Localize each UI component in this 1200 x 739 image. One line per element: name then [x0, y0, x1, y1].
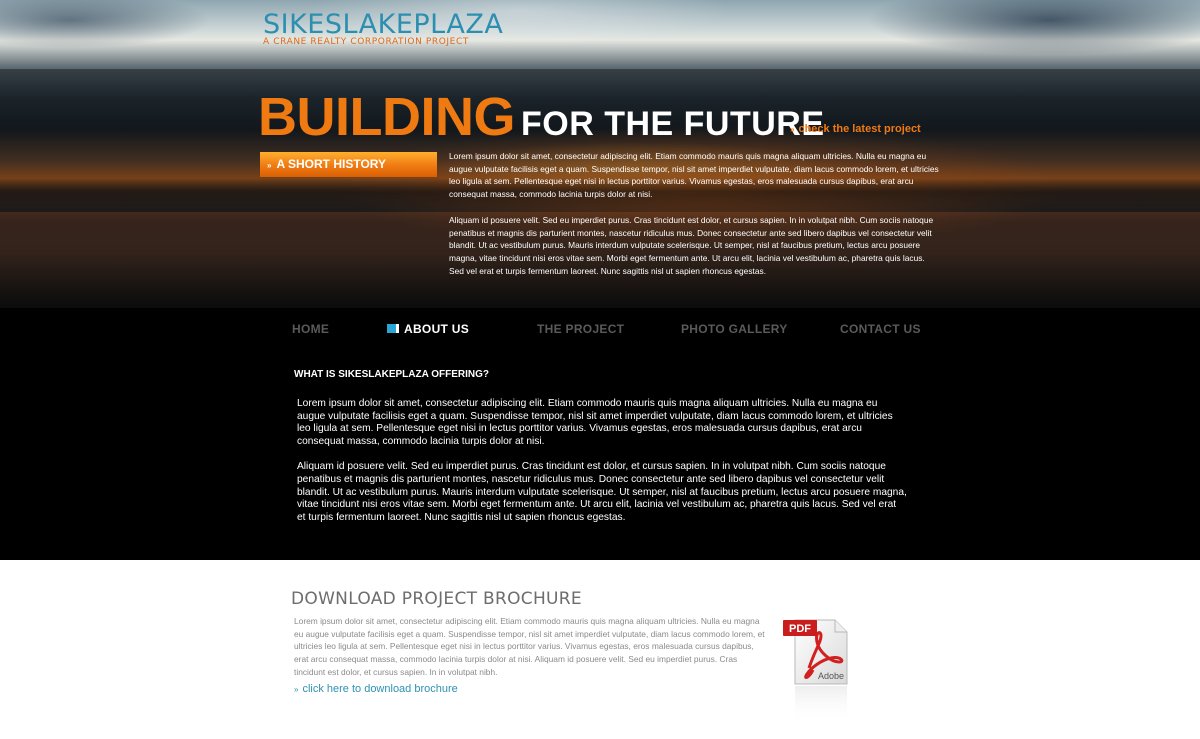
about-heading: WHAT IS SIKESLAKEPLAZA OFFERING?: [294, 369, 489, 380]
site-logo[interactable]: SIKESLAKEPLAZA A CRANE REALTY CORPORATIO…: [263, 9, 503, 47]
active-marker-icon: [387, 324, 399, 333]
hero-paragraph: Lorem ipsum dolor sit amet, consectetur …: [449, 151, 939, 200]
logo-tagline: A CRANE REALTY CORPORATION PROJECT: [263, 37, 469, 47]
download-heading: DOWNLOAD PROJECT BROCHURE: [291, 589, 582, 609]
hero-intro-text: Lorem ipsum dolor sit amet, consectetur …: [449, 150, 939, 290]
download-description: Lorem ipsum dolor sit amet, consectetur …: [294, 616, 765, 677]
short-history-button[interactable]: » A SHORT HISTORY: [260, 152, 437, 177]
download-link-label: click here to download brochure: [302, 683, 458, 695]
main-nav: HOME ABOUT US THE PROJECT PHOTO GALLERY …: [0, 322, 1200, 340]
pdf-badge-label: PDF: [789, 623, 811, 635]
nav-item-about-us-label: ABOUT US: [404, 322, 470, 336]
double-chevron-right-icon: »: [267, 161, 272, 170]
nav-item-about-us[interactable]: ABOUT US: [387, 322, 469, 336]
sky-clouds: [0, 0, 1200, 70]
headline-building: BUILDING: [258, 87, 515, 147]
about-paragraph: Lorem ipsum dolor sit amet, consectetur …: [297, 398, 893, 447]
headline-future: FOR THE FUTURE: [520, 105, 825, 143]
hero-headline: BUILDING FOR THE FUTURE: [258, 86, 825, 148]
pdf-brand-label: Adobe: [818, 671, 844, 681]
nav-item-contact-us[interactable]: CONTACT US: [840, 322, 921, 336]
check-latest-project-link[interactable]: » check the latest project: [790, 123, 921, 135]
double-chevron-right-icon: »: [790, 125, 795, 134]
about-body: Lorem ipsum dolor sit amet, consectetur …: [297, 398, 907, 537]
short-history-label: A SHORT HISTORY: [276, 157, 387, 171]
hero-paragraph: Aliquam id posuere velit. Sed eu imperdi…: [449, 214, 934, 276]
nav-item-the-project[interactable]: THE PROJECT: [537, 322, 624, 336]
about-paragraph: Aliquam id posuere velit. Sed eu imperdi…: [297, 461, 907, 523]
double-chevron-right-icon: »: [294, 685, 299, 694]
nav-item-home[interactable]: HOME: [292, 322, 329, 336]
check-link-label: check the latest project: [798, 123, 921, 135]
adobe-pdf-icon[interactable]: PDF Adobe: [781, 616, 851, 728]
nav-item-photo-gallery[interactable]: PHOTO GALLERY: [681, 322, 788, 336]
download-brochure-link[interactable]: » click here to download brochure: [294, 683, 458, 695]
